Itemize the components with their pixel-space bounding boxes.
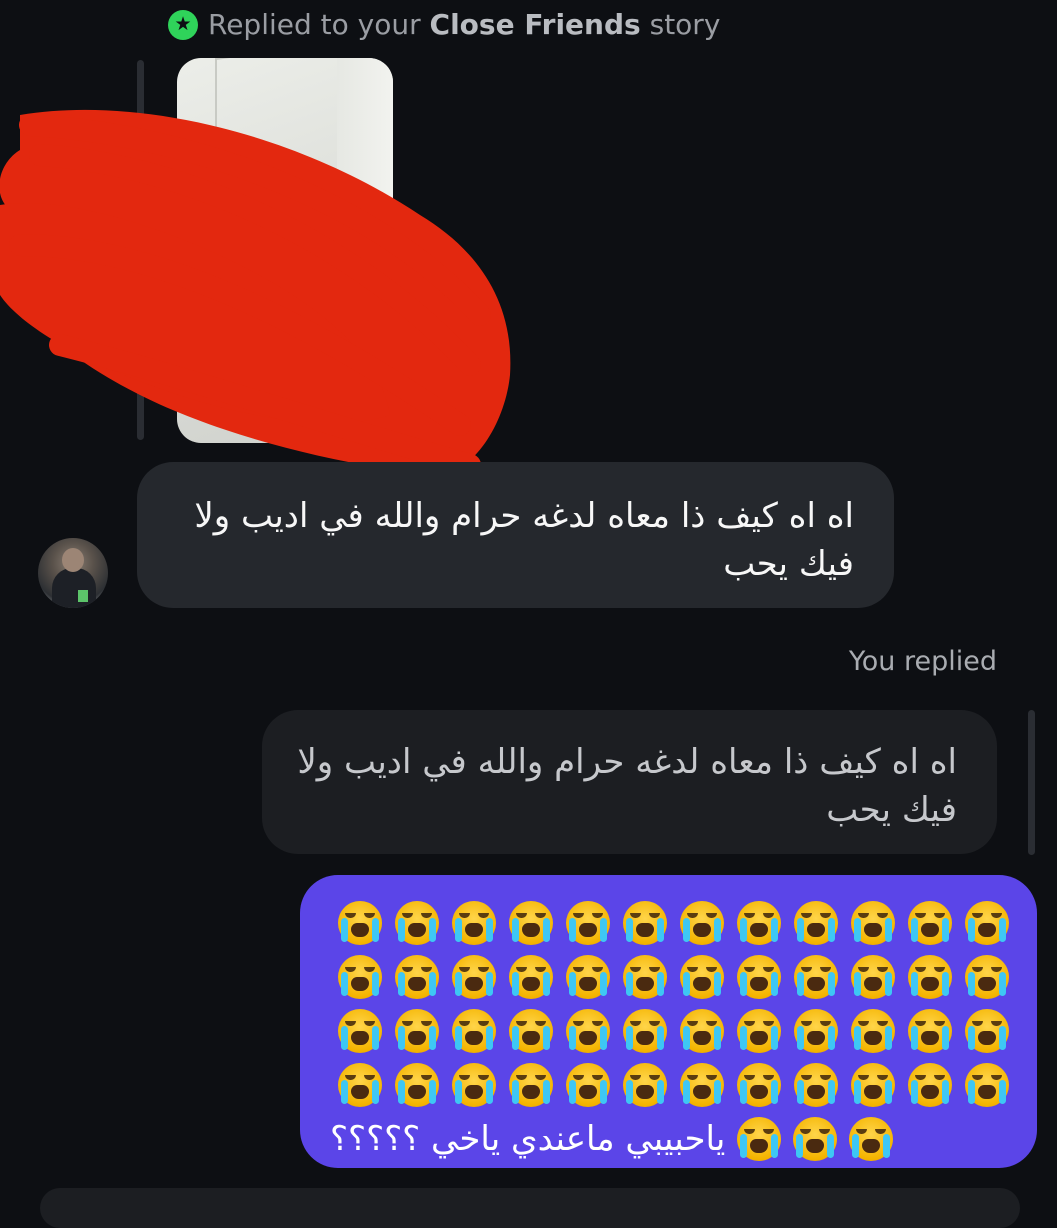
loudly-crying-face-icon: [680, 955, 724, 999]
loudly-crying-face-icon: [452, 901, 496, 945]
loudly-crying-face-icon: [851, 1009, 895, 1053]
emoji-grid: [322, 897, 1015, 1111]
outgoing-message-bubble[interactable]: ياحبيبي ماعندي ياخي ؟؟؟؟؟: [300, 875, 1037, 1168]
loudly-crying-face-icon: [908, 955, 952, 999]
quoted-message-bubble[interactable]: اه اه كيف ذا معاه لدغه حرام والله في ادي…: [262, 710, 997, 854]
avatar-head: [62, 548, 84, 572]
story-reply-header: ★ Replied to your Close Friends story: [168, 8, 720, 41]
loudly-crying-face-icon: [965, 955, 1009, 999]
loudly-crying-face-icon: [908, 901, 952, 945]
loudly-crying-face-icon: [566, 955, 610, 999]
loudly-crying-face-icon: [566, 901, 610, 945]
close-friends-star-icon: ★: [168, 9, 198, 40]
loudly-crying-face-icon: [737, 1009, 781, 1053]
loudly-crying-face-icon: [794, 1063, 838, 1107]
incoming-message-text: اه اه كيف ذا معاه لدغه حرام والله في ادي…: [194, 496, 854, 584]
loudly-crying-face-icon: [509, 1063, 553, 1107]
loudly-crying-face-icon: [965, 1009, 1009, 1053]
loudly-crying-face-icon: [794, 1009, 838, 1053]
message-input-edge[interactable]: [40, 1188, 1020, 1228]
loudly-crying-face-icon: [566, 1009, 610, 1053]
loudly-crying-face-icon: [680, 1009, 724, 1053]
loudly-crying-face-icon: [623, 955, 667, 999]
loudly-crying-face-icon: [737, 1063, 781, 1107]
loudly-crying-face-icon: [908, 1009, 952, 1053]
loudly-crying-face-icon: [737, 955, 781, 999]
loudly-crying-face-icon: [851, 1063, 895, 1107]
story-reply-suffix: story: [649, 8, 721, 41]
loudly-crying-face-icon: [452, 1009, 496, 1053]
loudly-crying-face-icon: [395, 1009, 439, 1053]
avatar-badge: [78, 590, 88, 602]
loudly-crying-face-icon: [452, 955, 496, 999]
incoming-message-bubble[interactable]: اه اه كيف ذا معاه لدغه حرام والله في ادي…: [137, 462, 894, 608]
outgoing-last-line: ياحبيبي ماعندي ياخي ؟؟؟؟؟: [322, 1113, 1015, 1165]
loudly-crying-face-icon: [851, 901, 895, 945]
loudly-crying-face-icon: [509, 955, 553, 999]
loudly-crying-face-icon: [509, 901, 553, 945]
loudly-crying-face-icon: [737, 901, 781, 945]
loudly-crying-face-icon: [623, 1009, 667, 1053]
loudly-crying-face-icon: [509, 1009, 553, 1053]
loudly-crying-face-icon: [566, 1063, 610, 1107]
red-redaction-scribble: [0, 109, 511, 476]
loudly-crying-face-icon: [338, 901, 382, 945]
loudly-crying-face-icon: [965, 901, 1009, 945]
trailing-emojis: [731, 1113, 899, 1165]
loudly-crying-face-icon: [851, 955, 895, 999]
loudly-crying-face-icon: [794, 901, 838, 945]
loudly-crying-face-icon: [680, 1063, 724, 1107]
loudly-crying-face-icon: [395, 1063, 439, 1107]
loudly-crying-face-icon: [623, 1063, 667, 1107]
story-reply-prefix: Replied to your: [208, 8, 421, 41]
loudly-crying-face-icon: [794, 955, 838, 999]
loudly-crying-face-icon: [395, 955, 439, 999]
loudly-crying-face-icon: [849, 1117, 894, 1161]
loudly-crying-face-icon: [965, 1063, 1009, 1107]
loudly-crying-face-icon: [338, 1009, 382, 1053]
loudly-crying-face-icon: [623, 901, 667, 945]
loudly-crying-face-icon: [452, 1063, 496, 1107]
avatar[interactable]: [38, 538, 108, 608]
loudly-crying-face-icon: [737, 1117, 782, 1161]
avatar-body: [52, 568, 96, 608]
quote-indicator-line: [1028, 710, 1035, 855]
quoted-message-text: اه اه كيف ذا معاه لدغه حرام والله في ادي…: [297, 742, 957, 830]
loudly-crying-face-icon: [908, 1063, 952, 1107]
loudly-crying-face-icon: [338, 1063, 382, 1107]
loudly-crying-face-icon: [338, 955, 382, 999]
you-replied-label: You replied: [848, 646, 997, 677]
outgoing-message-text: ياحبيبي ماعندي ياخي ؟؟؟؟؟: [330, 1119, 726, 1159]
loudly-crying-face-icon: [680, 901, 724, 945]
loudly-crying-face-icon: [395, 901, 439, 945]
loudly-crying-face-icon: [793, 1117, 838, 1161]
close-friends-label: Close Friends: [429, 8, 641, 41]
